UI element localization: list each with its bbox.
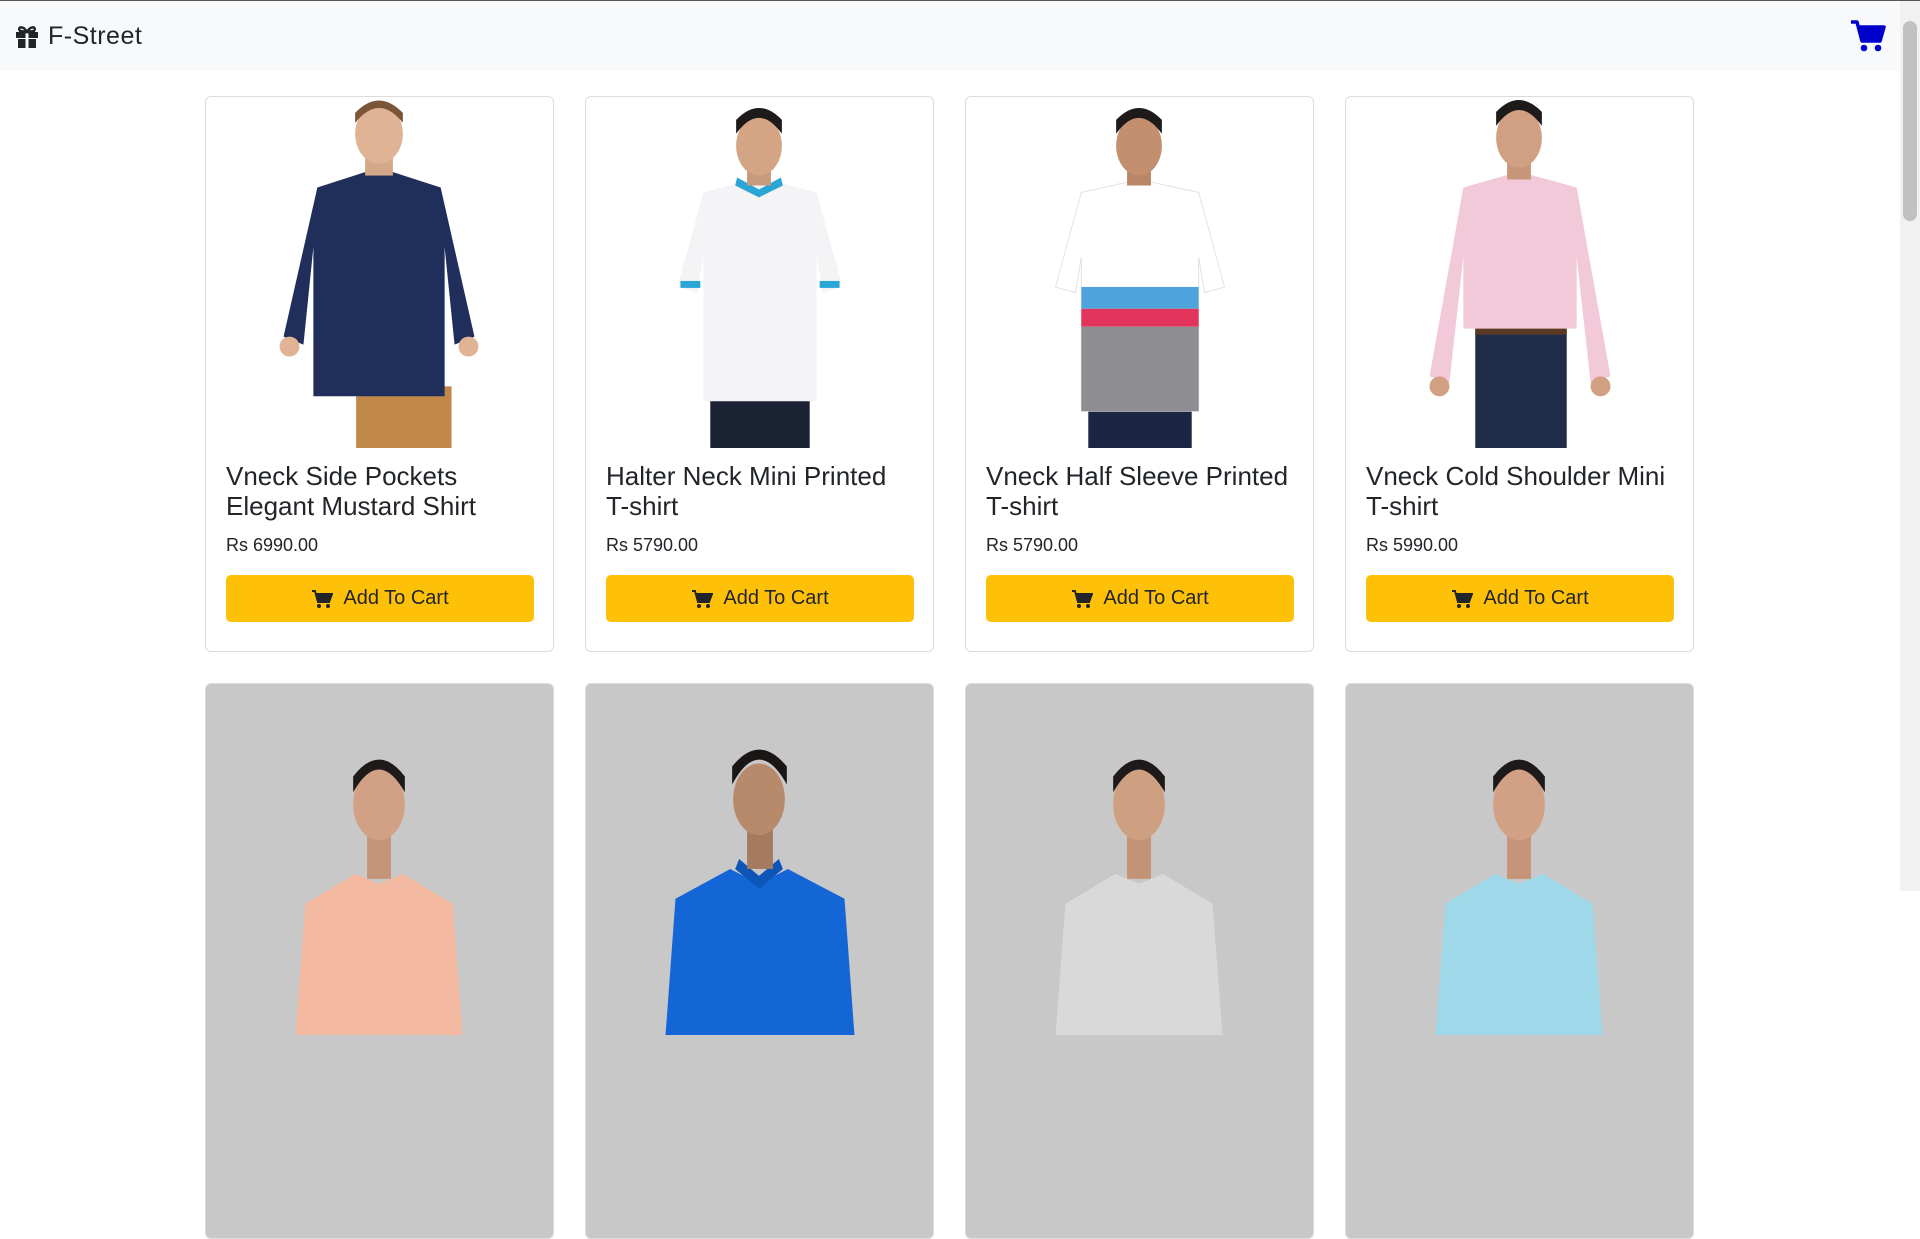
product-price: Rs 6990.00 bbox=[226, 535, 319, 555]
cart-icon[interactable] bbox=[1850, 19, 1886, 53]
brand-link[interactable]: F-Street bbox=[14, 22, 142, 51]
cart-icon bbox=[1072, 589, 1094, 608]
product-price: Rs 5790.00 bbox=[606, 535, 699, 555]
product-title[interactable]: Vneck Side Pockets Elegant Mustard Shirt bbox=[226, 461, 533, 521]
product-card bbox=[965, 683, 1314, 1239]
add-to-cart-label: Add To Cart bbox=[1483, 587, 1589, 609]
product-card: Vneck Cold Shoulder Mini T-shirt Rs 5990… bbox=[1345, 96, 1694, 652]
product-card bbox=[205, 683, 554, 1239]
add-to-cart-button[interactable]: Add To Cart bbox=[226, 575, 534, 622]
add-to-cart-button[interactable]: Add To Cart bbox=[606, 575, 914, 622]
add-to-cart-button[interactable]: Add To Cart bbox=[986, 575, 1294, 622]
product-image[interactable] bbox=[586, 97, 933, 449]
add-to-cart-label: Add To Cart bbox=[723, 587, 829, 609]
product-price: Rs 5790.00 bbox=[986, 535, 1079, 555]
product-image[interactable] bbox=[1346, 684, 1693, 1036]
product-image[interactable] bbox=[206, 97, 553, 449]
brand-name: F-Street bbox=[48, 21, 143, 50]
add-to-cart-label: Add To Cart bbox=[343, 587, 449, 609]
navbar: F-Street bbox=[0, 1, 1900, 71]
cart-icon bbox=[312, 589, 334, 608]
product-image[interactable] bbox=[1346, 97, 1693, 449]
product-card: Vneck Side Pockets Elegant Mustard Shirt… bbox=[205, 96, 554, 652]
product-grid: Vneck Side Pockets Elegant Mustard Shirt… bbox=[205, 96, 1694, 1239]
cart-icon bbox=[1452, 589, 1474, 608]
product-price: Rs 5990.00 bbox=[1366, 535, 1459, 555]
cart-icon bbox=[692, 589, 714, 608]
product-image[interactable] bbox=[586, 684, 933, 1036]
product-card bbox=[585, 683, 934, 1239]
product-image[interactable] bbox=[966, 684, 1313, 1036]
product-title[interactable]: Vneck Cold Shoulder Mini T-shirt bbox=[1366, 461, 1673, 521]
add-to-cart-label: Add To Cart bbox=[1103, 587, 1209, 609]
product-image[interactable] bbox=[206, 684, 553, 1036]
product-card: Vneck Half Sleeve Printed T-shirt Rs 579… bbox=[965, 96, 1314, 652]
product-title[interactable]: Halter Neck Mini Printed T-shirt bbox=[606, 461, 913, 521]
product-image[interactable] bbox=[966, 97, 1313, 449]
page-scrollbar[interactable] bbox=[1900, 1, 1920, 891]
product-title[interactable]: Vneck Half Sleeve Printed T-shirt bbox=[986, 461, 1293, 521]
product-card bbox=[1345, 683, 1694, 1239]
product-card: Halter Neck Mini Printed T-shirt Rs 5790… bbox=[585, 96, 934, 652]
add-to-cart-button[interactable]: Add To Cart bbox=[1366, 575, 1674, 622]
gift-icon bbox=[16, 26, 38, 48]
scrollbar-thumb[interactable] bbox=[1903, 21, 1917, 221]
